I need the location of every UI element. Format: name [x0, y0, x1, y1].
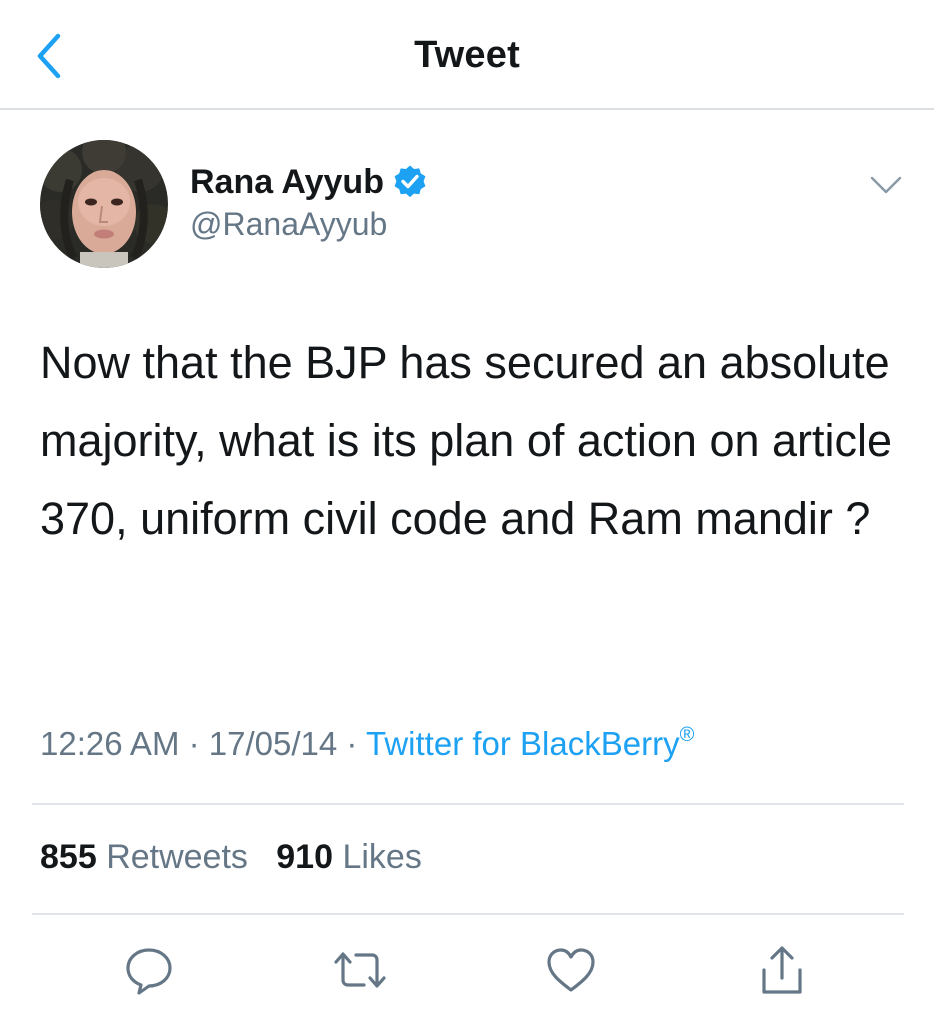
tweet-source-link[interactable]: Twitter for BlackBerry® — [366, 724, 695, 762]
reply-button[interactable] — [119, 940, 179, 1000]
author-name-row[interactable]: Rana Ayyub — [190, 160, 428, 204]
meta-separator: · — [188, 725, 200, 762]
like-icon — [547, 948, 595, 992]
registered-mark: ® — [679, 724, 695, 746]
tweet-date: 17/05/14 — [208, 725, 338, 762]
tweet-time: 12:26 AM — [40, 725, 180, 762]
likes-stat[interactable]: 910 Likes — [276, 838, 422, 876]
retweets-label: Retweets — [106, 838, 248, 876]
share-button[interactable] — [752, 940, 812, 1000]
tweet-stats: 855 Retweets 910 Likes — [40, 838, 422, 877]
likes-count: 910 — [276, 838, 333, 876]
retweet-button[interactable] — [330, 940, 390, 1000]
retweet-icon — [334, 952, 386, 988]
divider — [32, 913, 904, 915]
like-button[interactable] — [541, 940, 601, 1000]
avatar[interactable] — [40, 140, 168, 268]
chevron-down-icon — [870, 176, 902, 194]
navigation-bar: Tweet — [0, 0, 934, 110]
author-display-name: Rana Ayyub — [190, 162, 384, 201]
tweet-text: Now that the BJP has secured an absolute… — [40, 337, 893, 544]
retweets-stat[interactable]: 855 Retweets — [40, 838, 248, 876]
divider — [32, 803, 904, 805]
tweet-source: Twitter for BlackBerry — [366, 725, 680, 762]
author-handle[interactable]: @RanaAyyub — [190, 206, 387, 243]
reply-icon — [126, 948, 172, 995]
verified-badge-icon — [394, 165, 426, 198]
page-title: Tweet — [414, 34, 520, 76]
retweets-count: 855 — [40, 838, 97, 876]
share-icon — [762, 946, 802, 994]
meta-separator: · — [346, 725, 358, 762]
tweet-options-button[interactable] — [868, 172, 904, 200]
tweet-meta: 12:26 AM · 17/05/14 · Twitter for BlackB… — [40, 724, 695, 763]
likes-label: Likes — [342, 838, 422, 876]
